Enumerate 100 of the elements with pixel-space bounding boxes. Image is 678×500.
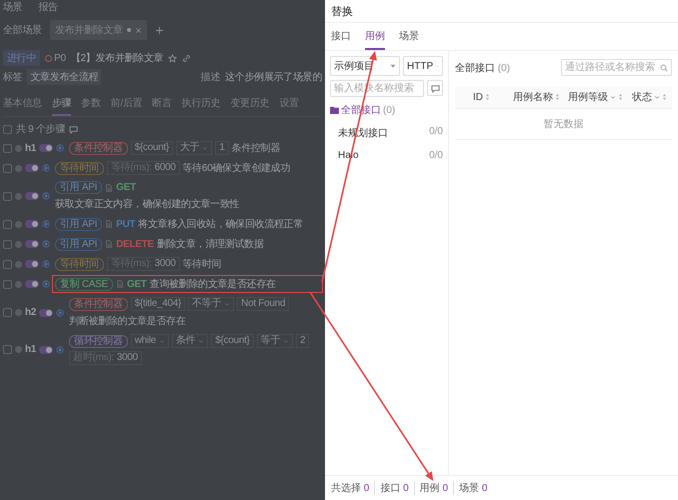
enable-toggle[interactable] <box>25 240 39 248</box>
close-icon <box>134 26 142 34</box>
tab[interactable]: 参数 <box>81 93 101 116</box>
enable-toggle[interactable] <box>39 144 54 152</box>
tab[interactable]: 断言 <box>152 93 172 116</box>
step-checkbox[interactable] <box>3 260 12 268</box>
footer-stat: 接口 0 <box>374 481 414 495</box>
footer-stat: 用例 0 <box>414 481 454 495</box>
http-method: DELETE <box>116 238 154 250</box>
step-note: 等待时间 <box>182 258 222 271</box>
caret-icon <box>158 338 165 344</box>
step-checkbox[interactable] <box>3 345 12 354</box>
sort-icon[interactable] <box>618 93 623 101</box>
http-method: GET <box>116 182 136 193</box>
step-type-tag: 等待时间 <box>55 162 104 174</box>
drawer-title: 替换 <box>331 4 353 18</box>
step-checkbox[interactable] <box>3 192 12 200</box>
tab[interactable]: 前/后置 <box>110 93 142 116</box>
input-field[interactable]: Not Found <box>237 297 290 311</box>
step-name[interactable]: 将文章移入回收站，确保回收流程正常 <box>138 217 304 231</box>
sort-icon[interactable] <box>662 93 667 101</box>
select-field[interactable]: 不等于 <box>188 297 234 311</box>
tab[interactable]: 设置 <box>279 93 299 116</box>
select-field[interactable]: 等于 <box>256 334 294 348</box>
nav-link[interactable]: 场景 <box>3 0 22 14</box>
select-all-checkbox[interactable] <box>3 124 12 134</box>
step-checkbox[interactable] <box>3 220 12 228</box>
play-icon <box>42 280 50 288</box>
tab[interactable]: 执行历史 <box>182 93 220 116</box>
status-badge: 进行中 <box>3 50 40 66</box>
input-field[interactable]: ${count} <box>211 334 254 348</box>
filter-caret-icon[interactable] <box>654 94 660 100</box>
step-type-tag: 引用 API <box>55 181 102 194</box>
http-method: GET <box>126 278 147 290</box>
enable-toggle[interactable] <box>25 164 39 172</box>
column-header[interactable]: 状态 <box>632 90 672 104</box>
step-checkbox[interactable] <box>3 308 12 317</box>
caret-icon <box>283 338 290 344</box>
column-header[interactable]: ID <box>473 90 513 104</box>
play-icon <box>56 144 64 152</box>
enable-toggle[interactable] <box>25 220 39 228</box>
enable-toggle[interactable] <box>39 346 54 354</box>
step-checkbox[interactable] <box>3 164 12 172</box>
level-label: h2 <box>25 307 36 318</box>
steps-count: 共 9 个步骤 <box>16 122 66 136</box>
step-type-tag: 引用 API <box>55 238 102 250</box>
footer-stat: 场景 0 <box>453 481 492 495</box>
level-label: h1 <box>25 344 36 355</box>
filter-caret-icon[interactable] <box>610 94 616 100</box>
step-checkbox[interactable] <box>3 144 12 152</box>
caret-icon <box>198 338 204 344</box>
play-icon <box>42 192 50 200</box>
step-name[interactable]: 删除文章，清理测试数据 <box>156 237 264 251</box>
folder-icon <box>330 106 339 114</box>
scenario-tab[interactable]: 全部场景 <box>3 23 42 37</box>
tab[interactable]: 基本信息 <box>3 93 42 116</box>
sort-icon[interactable] <box>555 93 560 101</box>
tab[interactable]: 接口 <box>331 23 351 50</box>
input-field[interactable]: ${title_404} <box>130 297 186 311</box>
enable-toggle[interactable] <box>25 260 39 268</box>
status-circle-icon <box>15 260 22 268</box>
http-method: PUT <box>116 218 136 230</box>
column-header[interactable]: 用例名称 <box>513 90 568 104</box>
sort-icon[interactable] <box>485 93 490 101</box>
level-label: h1 <box>25 142 36 154</box>
search-icon <box>660 64 668 72</box>
list-search-field[interactable]: 通过路径或名称搜索 <box>561 59 672 76</box>
step-checkbox[interactable] <box>3 240 12 248</box>
link-icon <box>182 54 192 62</box>
step-note: 条件控制器 <box>232 142 280 155</box>
step-name[interactable]: 查询被删除的文章是否还存在 <box>150 277 276 291</box>
scenario-title: 【2】发布并删除文章 <box>70 52 164 65</box>
protocol-select[interactable]: HTTP <box>403 56 443 76</box>
step-name[interactable]: 获取文章正文内容，确保创建的文章一致性 <box>55 197 240 211</box>
collapse-button[interactable] <box>427 80 443 96</box>
caret-icon <box>202 145 208 151</box>
step-checkbox[interactable] <box>3 280 12 288</box>
select-field[interactable]: 大于 <box>176 141 212 155</box>
input-field[interactable]: 1 <box>215 141 229 155</box>
document-icon <box>105 220 114 228</box>
enable-toggle[interactable] <box>39 308 54 316</box>
step-type-tag: 等待时间 <box>55 258 104 270</box>
tab[interactable]: 变更历史 <box>230 93 270 116</box>
enable-toggle[interactable] <box>25 192 39 200</box>
tag-label: 标签 <box>3 70 22 84</box>
tab[interactable]: 用例 <box>365 23 385 50</box>
status-circle-icon <box>15 192 22 200</box>
play-icon <box>42 240 50 248</box>
enable-toggle[interactable] <box>25 280 39 288</box>
tab[interactable]: 步骤 <box>52 93 72 116</box>
input-field[interactable]: ${count} <box>130 141 173 155</box>
tab[interactable]: 场景 <box>399 23 419 50</box>
play-icon <box>42 220 50 228</box>
input-field[interactable]: 2 <box>296 334 310 348</box>
caret-icon <box>390 63 396 69</box>
select-field[interactable]: while <box>130 334 169 348</box>
document-icon <box>105 240 114 248</box>
nav-link[interactable]: 报告 <box>38 0 58 14</box>
select-field[interactable]: 条件 <box>172 334 208 348</box>
column-header[interactable]: 用例等级 <box>568 90 632 104</box>
